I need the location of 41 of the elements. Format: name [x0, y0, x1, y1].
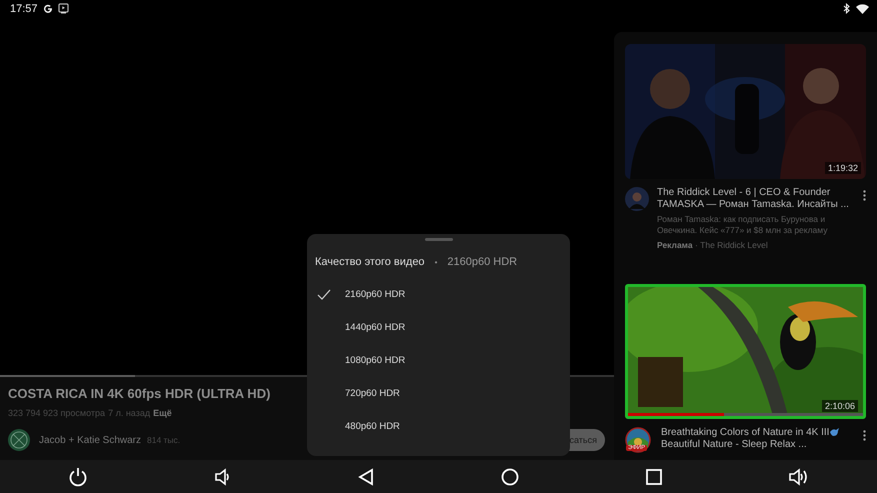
home-icon[interactable] [501, 468, 520, 486]
duration-badge: 2:10:06 [822, 400, 858, 412]
power-icon[interactable] [68, 466, 88, 486]
status-time: 17:57 [10, 2, 38, 14]
google-g-icon [42, 4, 53, 14]
channel-name[interactable]: Jacob + Katie Schwarz [39, 434, 141, 446]
more-link[interactable]: Ещё [153, 408, 172, 418]
video-title-continued[interactable]: Beautiful Nature - Sleep Relax ... [661, 439, 807, 450]
video-title[interactable]: The Riddick Level - 6 | CEO & Founder TAMASKA — Роман Tamaska. Инсайты ... [657, 187, 855, 211]
bird-icon [830, 428, 842, 437]
separator-dot: • [434, 258, 438, 266]
video-thumbnail[interactable]: 1:19:32 [625, 44, 866, 179]
view-count: 323 794 923 просмотра [8, 408, 106, 418]
ad-channel: · The Riddick Level [694, 240, 768, 250]
channel-avatar-icon[interactable] [8, 429, 30, 451]
bluetooth-icon [843, 3, 851, 14]
volume-up-icon[interactable] [789, 468, 810, 486]
volume-down-icon[interactable] [214, 468, 231, 486]
back-icon[interactable] [358, 468, 374, 486]
check-icon [317, 288, 331, 300]
quality-option[interactable]: 480p60 HDR [307, 410, 570, 443]
quality-option[interactable]: 1440p60 HDR [307, 311, 570, 344]
more-options-icon[interactable] [863, 430, 866, 441]
tv-icon [58, 3, 69, 14]
quality-option[interactable]: 2160p60 HDR [307, 278, 570, 311]
quality-option[interactable]: 720p60 HDR [307, 377, 570, 410]
duration-badge: 1:19:32 [824, 162, 861, 174]
quality-option[interactable]: 1080p60 HDR [307, 344, 570, 377]
sheet-title: Качество этого видео [315, 256, 425, 268]
ad-description: Роман Tamaska: как подписать Бурунова и Овечкина. Кейс «777» и $8 млн за рекламу [657, 214, 828, 236]
upload-age: 7 л. назад [108, 408, 150, 418]
more-options-icon[interactable] [863, 190, 866, 201]
subscriber-count: 814 тыс. [147, 435, 180, 445]
ad-label: Реклама [657, 240, 693, 250]
recents-icon[interactable] [646, 468, 662, 484]
video-title[interactable]: Breathtaking Colors of Nature in 4K III [661, 427, 830, 438]
video-thumbnail[interactable]: 2:10:06 [625, 284, 866, 419]
video-title: COSTA RICA IN 4K 60fps HDR (ULTRA HD) [8, 386, 270, 401]
current-quality: 2160p60 HDR [447, 256, 518, 268]
wifi-icon [856, 4, 869, 14]
drag-handle[interactable] [424, 238, 452, 241]
